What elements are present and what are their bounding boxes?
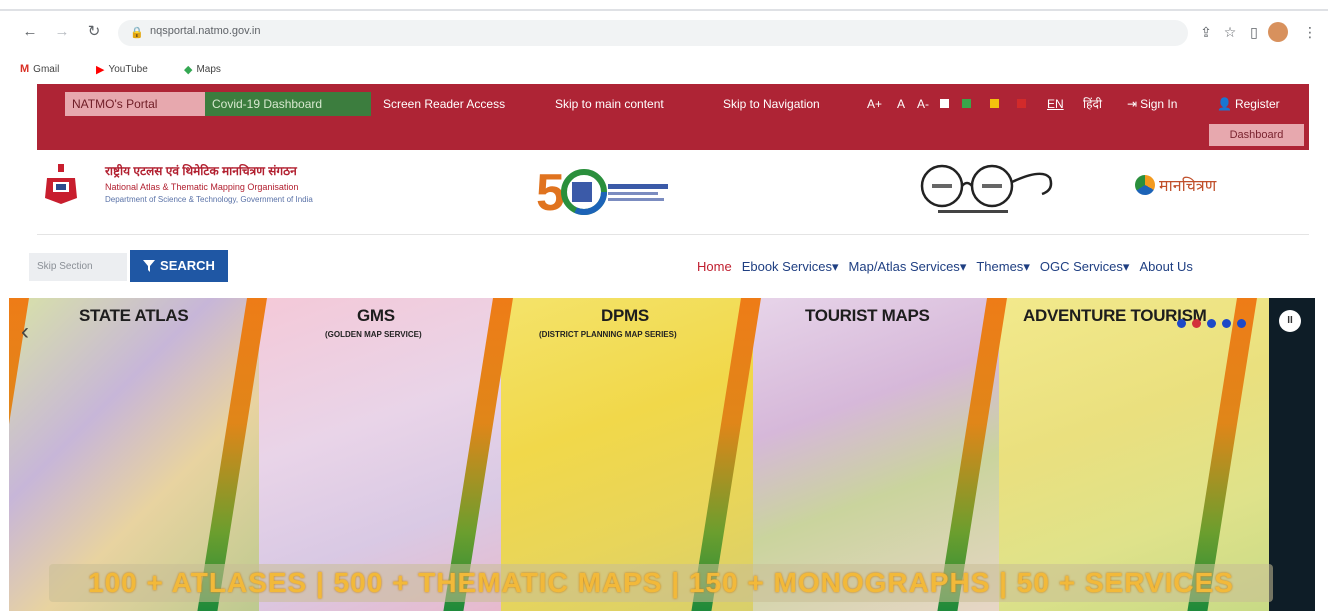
skip-nav-link[interactable]: Skip to Navigation — [723, 92, 820, 116]
nav-label: Themes — [976, 259, 1024, 274]
panel-title: TOURIST MAPS — [805, 306, 930, 325]
theme-red-swatch[interactable] — [1017, 99, 1026, 108]
panel-subtitle: (DISTRICT PLANNING MAP SERIES) — [539, 330, 677, 339]
panel-subtitle: (GOLDEN MAP SERVICE) — [325, 330, 422, 339]
carousel-pause-icon[interactable]: II — [1279, 310, 1301, 332]
search-button[interactable]: SEARCH — [130, 250, 228, 282]
manchitran-logo[interactable]: मानचित्रण — [1135, 172, 1216, 198]
address-url[interactable]: nqsportal.natmo.gov.in — [150, 25, 260, 37]
panel-title: GMS — [357, 306, 395, 325]
maps-icon: ◆ — [184, 63, 193, 76]
font-decrease-button[interactable]: A- — [917, 92, 929, 116]
panel-title: STATE ATLAS — [79, 306, 189, 325]
bookmark-maps[interactable]: ◆ Maps — [184, 61, 221, 77]
header-divider — [37, 234, 1309, 235]
nav-label: Map/Atlas Services — [848, 259, 960, 274]
natmo-portal-link[interactable]: NATMO's Portal — [65, 92, 205, 116]
nav-item-about-us[interactable]: About Us — [1139, 259, 1192, 279]
carousel-dot[interactable] — [1207, 319, 1216, 328]
main-nav: Home Ebook Services▾ Map/Atlas Services▾… — [697, 259, 1193, 279]
forward-icon[interactable]: → — [52, 22, 72, 42]
share-icon[interactable]: ⇪ — [1196, 22, 1216, 42]
utility-bar: NATMO's Portal Covid-19 Dashboard Screen… — [37, 84, 1309, 150]
covid-dashboard-link[interactable]: Covid-19 Dashboard — [205, 92, 371, 116]
register-link[interactable]: 👤 Register — [1217, 92, 1280, 116]
dashboard-button[interactable]: Dashboard — [1209, 124, 1304, 146]
register-label: Register — [1234, 97, 1280, 111]
nav-item-ebook-services[interactable]: Ebook Services▾ — [742, 259, 839, 279]
caret-down-icon: ▾ — [959, 259, 967, 274]
sidebar-icon[interactable]: ▯ — [1244, 22, 1264, 42]
swachh-bharat-logo-icon — [920, 164, 1053, 213]
carousel-dot[interactable] — [1222, 319, 1231, 328]
gmail-icon: M — [20, 63, 30, 75]
carousel-indicators — [1177, 319, 1246, 328]
manchitran-logo-icon — [1135, 175, 1155, 195]
caret-down-icon: ▾ — [832, 259, 839, 274]
stats-text: 100 + ATLASES | 500 + THEMATIC MAPS | 15… — [88, 567, 1234, 598]
org-name-english: National Atlas & Thematic Mapping Organi… — [105, 182, 299, 192]
nav-item-ogc-services[interactable]: OGC Services▾ — [1040, 259, 1130, 279]
carousel-prev-icon[interactable]: ‹ — [21, 318, 29, 346]
lang-en-link[interactable]: EN — [1047, 92, 1064, 116]
address-bar[interactable]: 🔒 nqsportal.natmo.gov.in — [118, 20, 1188, 46]
nav-label: OGC Services — [1039, 259, 1123, 274]
manchitran-brand-text: मानचित्रण — [1159, 176, 1217, 195]
svg-text:5: 5 — [536, 164, 565, 220]
theme-white-swatch[interactable] — [940, 99, 949, 108]
browser-chrome: ← → ↻ 🔒 nqsportal.natmo.gov.in ⇪ ☆ ▯ ⋮ M… — [0, 0, 1328, 84]
bookmark-label: YouTube — [108, 63, 148, 75]
hero-carousel[interactable]: STATE ATLAS GMS (GOLDEN MAP SERVICE) DPM… — [9, 298, 1315, 611]
bookmark-youtube[interactable]: ▶ YouTube — [96, 61, 148, 77]
skip-main-link[interactable]: Skip to main content — [555, 92, 664, 116]
font-increase-button[interactable]: A+ — [867, 92, 882, 116]
nav-item-map-atlas-services[interactable]: Map/Atlas Services▾ — [849, 259, 967, 279]
carousel-dot[interactable] — [1237, 319, 1246, 328]
lang-hindi-link[interactable]: हिंदी — [1083, 92, 1102, 116]
search-button-label: SEARCH — [160, 258, 215, 273]
sign-in-icon: ⇥ — [1127, 97, 1138, 111]
department-name: Department of Science & Technology, Gove… — [105, 195, 313, 204]
bookmark-label: Gmail — [33, 63, 60, 75]
carousel-dot[interactable] — [1177, 319, 1186, 328]
sign-in-label: Sign In — [1140, 97, 1178, 111]
user-icon: 👤 — [1217, 97, 1232, 111]
youtube-icon: ▶ — [96, 63, 105, 76]
carousel-dot-active[interactable] — [1192, 319, 1201, 328]
tab-strip-divider — [0, 9, 1328, 11]
caret-down-icon: ▾ — [1122, 259, 1130, 274]
nav-item-themes[interactable]: Themes▾ — [976, 259, 1030, 279]
reload-icon[interactable]: ↻ — [84, 22, 104, 42]
screen-reader-link[interactable]: Screen Reader Access — [383, 92, 505, 116]
font-normal-button[interactable]: A — [897, 92, 905, 116]
caret-down-icon: ▾ — [1023, 259, 1030, 274]
fifty-years-logo-icon: 5 — [536, 164, 668, 220]
filter-icon — [143, 260, 156, 272]
site-header: राष्ट्रीय एटलस एवं थिमेटिक मानचित्रण संग… — [37, 150, 1309, 235]
org-name-hindi: राष्ट्रीय एटलस एवं थिमेटिक मानचित्रण संग… — [105, 164, 297, 178]
panel-title: DPMS — [601, 306, 649, 325]
profile-avatar[interactable] — [1268, 22, 1288, 42]
back-icon[interactable]: ← — [20, 22, 40, 42]
organization-name[interactable]: राष्ट्रीय एटलस एवं थिमेटिक मानचित्रण संग… — [105, 162, 313, 204]
nav-item-home[interactable]: Home — [697, 259, 732, 279]
bookmark-gmail[interactable]: M Gmail — [20, 61, 59, 77]
theme-green-swatch[interactable] — [962, 99, 971, 108]
sign-in-link[interactable]: ⇥ Sign In — [1127, 92, 1177, 116]
lock-icon: 🔒 — [130, 27, 144, 39]
skip-section-input[interactable]: Skip Section — [29, 253, 127, 281]
bookmark-label: Maps — [196, 63, 221, 75]
natmo-emblem-icon[interactable] — [41, 162, 81, 206]
nav-label: Ebook Services — [741, 259, 833, 274]
bookmark-star-icon[interactable]: ☆ — [1220, 22, 1240, 42]
theme-yellow-swatch[interactable] — [990, 99, 999, 108]
menu-kebab-icon[interactable]: ⋮ — [1300, 22, 1320, 42]
